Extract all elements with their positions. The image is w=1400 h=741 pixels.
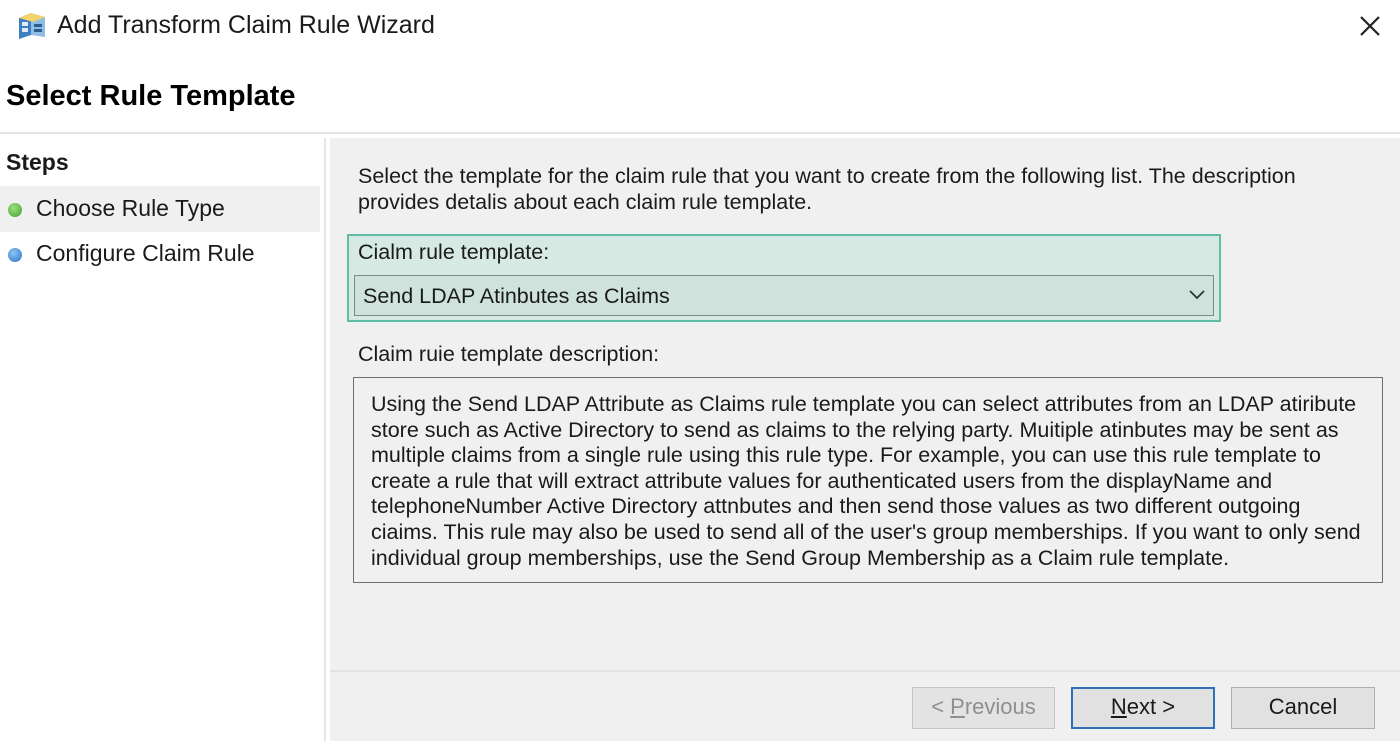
next-mnemonic: N — [1110, 694, 1127, 719]
intro-text: Select the template for the claim rule t… — [358, 164, 1296, 214]
cancel-label: Cancel — [1268, 694, 1338, 719]
previous-mnemonic: P — [950, 694, 965, 719]
claim-rule-template-group: Cialm rule template: Send LDAP Atinbutes… — [347, 234, 1221, 322]
previous-button[interactable]: < Previous — [912, 687, 1055, 729]
close-button[interactable] — [1350, 6, 1390, 46]
template-description-box: Using the Send LDAP Attribute as Claims … — [353, 377, 1383, 583]
steps-sidebar: Steps Choose Rule Type Configure Claim R… — [0, 138, 326, 741]
step-label: Choose Rule Type — [36, 195, 225, 221]
steps-heading: Steps — [6, 149, 69, 175]
cancel-button[interactable]: Cancel — [1231, 687, 1375, 729]
step-label: Configure Claim Rule — [36, 240, 255, 266]
next-button[interactable]: Next > — [1071, 687, 1215, 729]
page-title: Select Rule Template — [6, 80, 296, 112]
template-description-text: Using the Send LDAP Attribute as Claims … — [371, 392, 1361, 570]
step-complete-icon — [8, 203, 22, 217]
title-bar: Add Transform Claim Rule Wizard — [0, 0, 1400, 52]
wizard-footer: < Previous Next > Cancel — [330, 670, 1400, 741]
claim-rule-template-label: Cialm rule template: — [358, 240, 550, 264]
chevron-down-icon — [1189, 290, 1205, 300]
template-description-label: Claim ruie template description: — [358, 342, 660, 366]
dropdown-selected-value: Send LDAP Atinbutes as Claims — [363, 284, 670, 308]
wizard-header: Select Rule Template — [0, 52, 1400, 134]
wizard-content: Select the template for the claim rule t… — [330, 138, 1400, 670]
claim-rule-template-dropdown[interactable]: Send LDAP Atinbutes as Claims — [354, 275, 1214, 316]
previous-label-rest: revious — [964, 694, 1036, 719]
step-configure-claim-rule[interactable]: Configure Claim Rule — [0, 231, 320, 277]
close-icon — [1360, 16, 1380, 36]
step-pending-icon — [8, 248, 22, 262]
step-choose-rule-type[interactable]: Choose Rule Type — [0, 186, 320, 232]
next-label-rest: ext > — [1126, 694, 1176, 719]
adfs-wizard-icon — [16, 9, 48, 41]
window-title: Add Transform Claim Rule Wizard — [57, 11, 435, 39]
previous-prefix: < — [931, 694, 951, 719]
